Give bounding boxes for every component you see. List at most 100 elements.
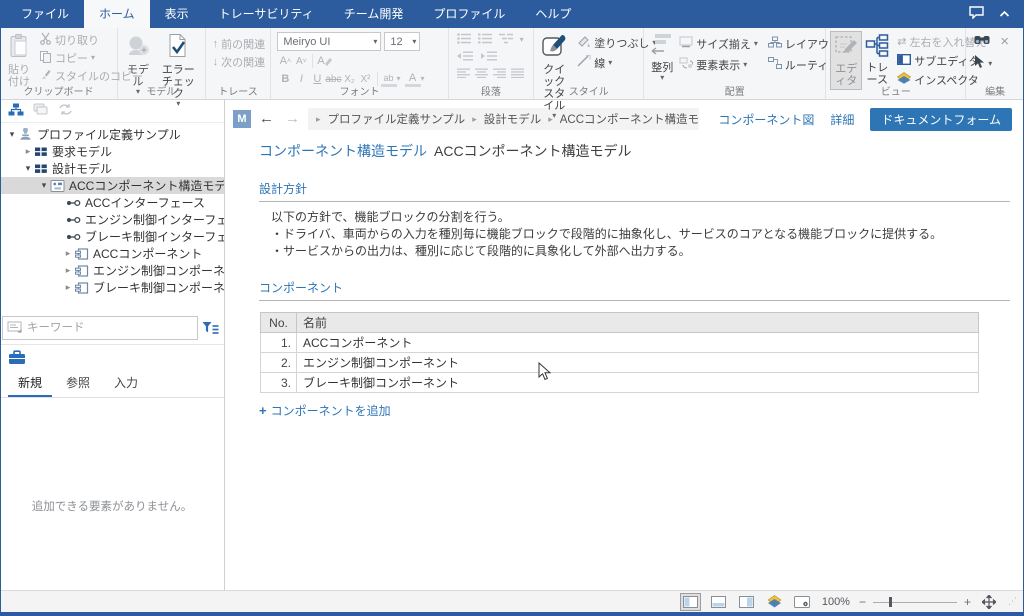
trace-view-button[interactable]: トレース (862, 31, 892, 88)
tree-item-design-model[interactable]: ▾ 設計モデル (0, 160, 224, 177)
element-display-icon (679, 57, 693, 72)
tab-help[interactable]: ヘルプ (520, 0, 586, 28)
shrink-font-button[interactable]: A˅ (293, 53, 309, 69)
view-tab-detail[interactable]: 詳細 (830, 111, 854, 128)
back-button[interactable]: ← (256, 109, 277, 129)
find-icon[interactable] (974, 34, 990, 49)
expand-toggle[interactable]: ▸ (22, 146, 34, 157)
expand-toggle[interactable]: ▾ (6, 129, 18, 140)
sync-icon[interactable] (58, 103, 73, 119)
keyword-search-input[interactable] (27, 322, 193, 334)
align-right-button[interactable] (493, 67, 506, 81)
multilevel-list-button[interactable] (499, 33, 514, 47)
align-left-button[interactable] (457, 67, 470, 81)
list-caret[interactable]: ▾ (520, 36, 524, 44)
table-row[interactable]: 3. ブレーキ制御コンポーネント (261, 373, 979, 393)
align-center-button[interactable] (475, 67, 488, 81)
tree-item-brake-interface[interactable]: ブレーキ制御インターフェース (0, 228, 224, 245)
avatar[interactable]: M (233, 110, 251, 128)
model-tree-icon[interactable] (8, 103, 24, 119)
breadcrumb-item[interactable]: ACCコンポーネント構造モデル (560, 111, 700, 127)
collapse-ribbon-icon[interactable] (999, 7, 1010, 21)
resize-grip[interactable]: ⋰ (1008, 596, 1018, 607)
zoom-out-button[interactable]: − (859, 595, 866, 609)
font-family-select[interactable]: Meiryo UI▾ (277, 32, 381, 51)
clear-format-button[interactable]: A (316, 53, 332, 69)
grow-font-button[interactable]: A˄ (277, 53, 293, 69)
tree-item-engine-interface[interactable]: エンジン制御インターフェース (0, 211, 224, 228)
numbered-list-button[interactable] (478, 33, 493, 47)
select-cursor-icon[interactable] (974, 55, 985, 72)
vertical-split-button[interactable] (736, 593, 757, 611)
tree-item-engine-component[interactable]: ▸ エンジン制御コンポーネント (0, 262, 224, 279)
indent-button[interactable] (481, 50, 497, 64)
add-tab-input[interactable]: 入力 (104, 372, 148, 397)
tree-item-requirement-model[interactable]: ▸ 要求モデル (0, 143, 224, 160)
view-tab-document-form[interactable]: ドキュメントフォーム (870, 108, 1012, 131)
view-tab-component-diagram[interactable]: コンポーネント図 (718, 111, 814, 128)
error-check-button[interactable]: エラーチェック ▾ (154, 31, 203, 110)
toolbox-icon[interactable] (8, 354, 26, 368)
policy-text[interactable]: 以下の方針で、機能ブロックの分割を行う。 ・ドライバ、車両からの入力を種別毎に機… (259, 202, 1010, 260)
tab-team[interactable]: チーム開発 (329, 0, 419, 28)
align-elements-button[interactable]: 整列 ▾ (648, 31, 676, 84)
forward-button[interactable]: → (282, 109, 303, 129)
bullet-list-button[interactable] (457, 33, 472, 47)
tab-profile[interactable]: プロファイル (418, 0, 520, 28)
tab-view[interactable]: 表示 (150, 0, 204, 28)
component-name-cell[interactable]: エンジン制御コンポーネント (297, 353, 979, 373)
column-header-name: 名前 (297, 313, 979, 333)
tree-item-acc-interface[interactable]: ACCインターフェース (0, 194, 224, 211)
single-pane-button[interactable] (680, 593, 701, 611)
size-align-button[interactable]: サイズ揃え▾ (676, 35, 761, 52)
expand-toggle[interactable]: ▸ (62, 282, 74, 293)
add-component-link[interactable]: + コンポーネントを追加 (259, 402, 391, 419)
table-row[interactable]: 2. エンジン制御コンポーネント (261, 353, 979, 373)
tab-file[interactable]: ファイル (6, 0, 84, 28)
horizontal-split-button[interactable] (708, 593, 729, 611)
breadcrumb-item[interactable]: プロファイル定義サンプル (328, 111, 466, 127)
expand-toggle[interactable]: ▾ (38, 180, 50, 191)
expand-toggle[interactable]: ▾ (22, 163, 34, 174)
tree-item-profile-sample[interactable]: ▾ プロファイル定義サンプル (0, 126, 224, 143)
tree-item-brake-component[interactable]: ▸ ブレーキ制御コンポーネント (0, 279, 224, 296)
tree-item-acc-component[interactable]: ▸ ACCコンポーネント (0, 245, 224, 262)
layers-icon[interactable] (33, 103, 49, 119)
fit-view-icon[interactable] (978, 593, 999, 611)
prev-relation-button[interactable]: ↑ 前の関連 (210, 35, 269, 52)
zoom-slider[interactable] (873, 595, 957, 609)
component-name-cell[interactable]: ブレーキ制御コンポーネント (297, 373, 979, 393)
select-caret[interactable]: ▾ (988, 60, 992, 68)
editor-view-button[interactable]: エディタ (830, 31, 862, 90)
font-size-select[interactable]: 12▾ (384, 32, 420, 51)
highlight-caret[interactable]: ▾ (397, 75, 401, 83)
paste-button[interactable]: 貼り付け (4, 31, 34, 90)
expand-toggle[interactable]: ▸ (62, 265, 74, 276)
tab-home[interactable]: ホーム (84, 0, 150, 28)
inspector-toggle-icon[interactable] (764, 593, 785, 611)
filter-button[interactable] (198, 321, 222, 336)
tab-traceability[interactable]: トレーサビリティ (204, 0, 329, 28)
zoom-in-button[interactable]: + (964, 595, 971, 609)
tree-item-acc-structure-model[interactable]: ▾ ACCコンポーネント構造モデル (0, 177, 224, 194)
keyword-mode-icon[interactable] (7, 320, 23, 337)
slide-view-icon[interactable] (792, 593, 813, 611)
next-relation-button[interactable]: ↓ 次の関連 (210, 53, 269, 70)
table-row[interactable]: 1. ACCコンポーネント (261, 333, 979, 353)
expand-toggle[interactable]: ▸ (62, 248, 74, 259)
add-tab-new[interactable]: 新規 (8, 372, 52, 397)
routing-icon (768, 57, 782, 72)
tree-item-label: エンジン制御コンポーネント (93, 262, 224, 279)
element-display-button[interactable]: 要素表示▾ (676, 56, 761, 73)
breadcrumb-item[interactable]: 設計モデル (484, 111, 542, 127)
add-tab-reference[interactable]: 参照 (56, 372, 100, 397)
justify-button[interactable] (511, 67, 524, 81)
font-color-caret[interactable]: ▾ (421, 75, 425, 83)
zoom-slider-thumb[interactable] (889, 597, 892, 607)
outdent-button[interactable] (457, 50, 473, 64)
quick-style-button[interactable]: クイック スタイル ▾ (538, 31, 570, 122)
feedback-icon[interactable] (969, 6, 985, 22)
close-edit-icon[interactable]: × (1000, 36, 1009, 48)
view-switch: コンポーネント図 詳細 ドキュメントフォーム (704, 108, 1014, 131)
component-name-cell[interactable]: ACCコンポーネント (297, 333, 979, 353)
